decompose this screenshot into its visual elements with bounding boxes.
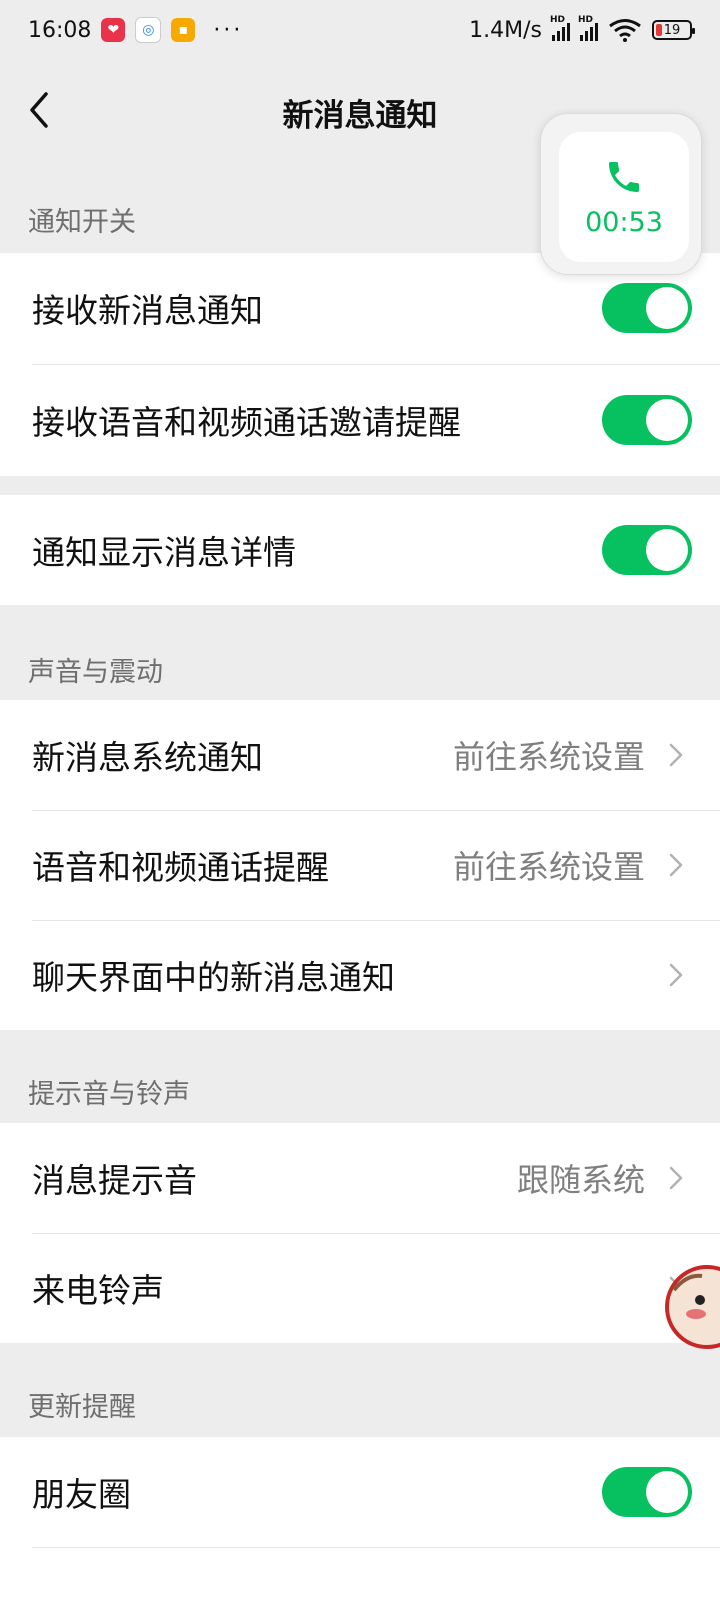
row-show-message-detail: 通知显示消息详情 [0, 495, 720, 605]
status-bar: 16:08 ❤ ◎ ▪ ··· 1.4M/s HD HD 19 [0, 0, 720, 60]
section-header-notify-switch: 通知开关 [28, 207, 136, 238]
moments-toggle[interactable] [602, 1467, 692, 1517]
row-label: 消息提示音 [32, 1161, 197, 1200]
row-chat-new-message[interactable]: 聊天界面中的新消息通知 [0, 920, 720, 1030]
row-label: 来电铃声 [32, 1271, 164, 1310]
toggle-knob [646, 529, 688, 571]
section-header-update-reminder: 更新提醒 [28, 1392, 136, 1423]
toggle-knob [646, 1471, 688, 1513]
group-show-detail: 通知显示消息详情 [0, 495, 720, 605]
row-label: 朋友圈 [32, 1475, 131, 1514]
call-duration: 00:53 [585, 206, 663, 238]
section-header-sound-vibration: 声音与震动 [28, 657, 163, 688]
network-speed: 1.4M/s [469, 17, 542, 43]
row-ringtone[interactable]: 来电铃声 [0, 1233, 720, 1343]
row-system-notification[interactable]: 新消息系统通知 前往系统设置 [0, 700, 720, 810]
toggle-knob [646, 399, 688, 441]
row-label: 聊天界面中的新消息通知 [32, 958, 395, 997]
notes-app-icon: ▪ [171, 18, 196, 42]
divider [32, 1547, 720, 1548]
wifi-icon [609, 19, 641, 42]
chevron-right-icon [669, 1166, 683, 1190]
floating-assistant-widget[interactable] [662, 1262, 720, 1352]
group-notify-switch: 接收新消息通知 接收语音和视频通话邀请提醒 [0, 253, 720, 476]
row-value: 跟随系统 [516, 1161, 645, 1199]
phone-icon [609, 161, 639, 192]
row-receive-call-invite: 接收语音和视频通话邀请提醒 [0, 365, 720, 475]
status-time: 16:08 [28, 17, 92, 43]
status-right: 1.4M/s HD HD 19 [469, 15, 695, 43]
row-value: 前往系统设置 [452, 848, 645, 886]
show-message-detail-toggle[interactable] [602, 525, 692, 575]
group-tone-ringtone: 消息提示音 跟随系统 来电铃声 [0, 1123, 720, 1343]
row-label: 接收语音和视频通话邀请提醒 [32, 403, 461, 442]
more-notifications-icon: ··· [213, 17, 244, 43]
section-header-tone-ringtone: 提示音与铃声 [28, 1079, 190, 1110]
mascot-icon [665, 1265, 720, 1349]
row-moments: 朋友圈 [0, 1437, 720, 1547]
chevron-right-icon [669, 963, 683, 987]
battery-level: 19 [663, 22, 681, 38]
chevron-right-icon [669, 743, 683, 767]
row-label: 接收新消息通知 [32, 291, 263, 330]
toggle-knob [646, 287, 688, 329]
signal-1-icon: HD [550, 15, 570, 41]
receive-call-invite-toggle[interactable] [602, 395, 692, 445]
chevron-right-icon [669, 853, 683, 877]
row-label: 新消息系统通知 [32, 738, 263, 777]
battery-icon: 19 [652, 20, 695, 40]
row-label: 通知显示消息详情 [32, 533, 296, 572]
row-call-reminder[interactable]: 语音和视频通话提醒 前往系统设置 [0, 810, 720, 920]
health-app-icon: ❤ [101, 18, 126, 42]
status-left: 16:08 ❤ ◎ ▪ ··· [28, 17, 243, 43]
browser-app-icon: ◎ [135, 17, 162, 43]
floating-call-window[interactable]: 00:53 [540, 113, 702, 275]
row-message-tone[interactable]: 消息提示音 跟随系统 [0, 1123, 720, 1233]
signal-2-icon: HD [578, 15, 598, 41]
row-label: 语音和视频通话提醒 [32, 848, 329, 887]
floating-call-card: 00:53 [559, 132, 689, 262]
row-value: 前往系统设置 [452, 738, 645, 776]
receive-new-message-toggle[interactable] [602, 283, 692, 333]
group-sound-vibration: 新消息系统通知 前往系统设置 语音和视频通话提醒 前往系统设置 聊天界面中的新消… [0, 700, 720, 1030]
group-update-reminder: 朋友圈 [0, 1437, 720, 1600]
